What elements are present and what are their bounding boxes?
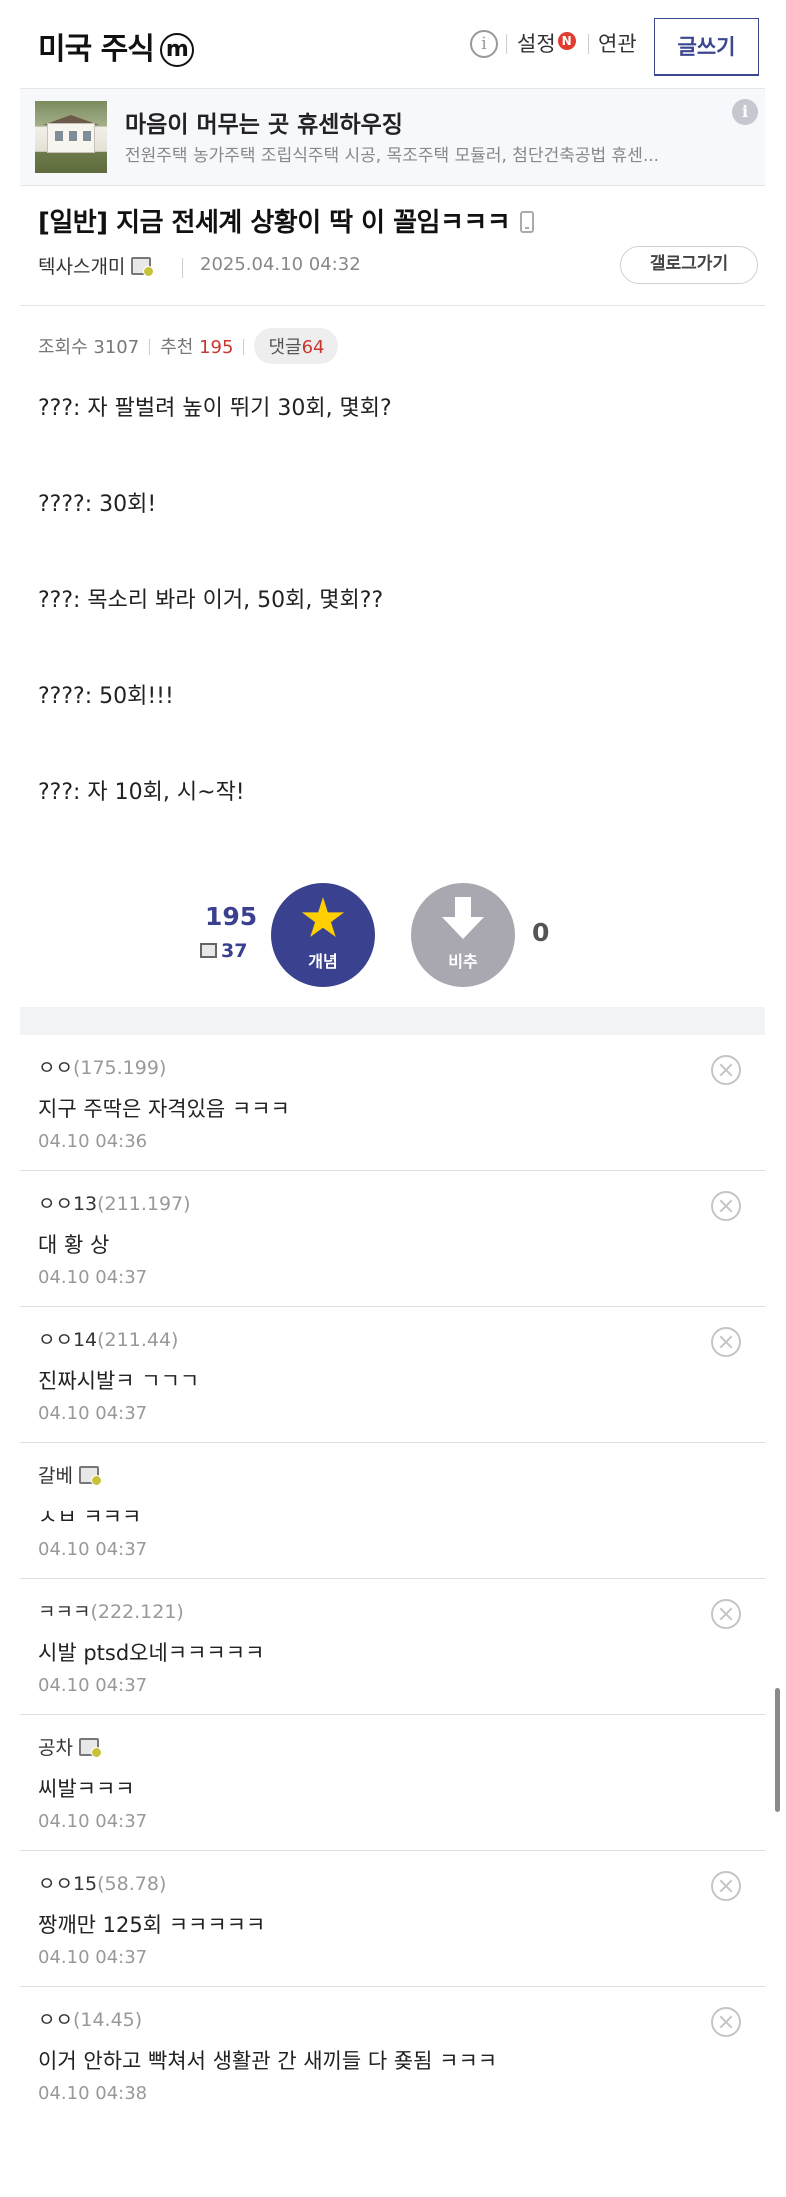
section-divider [20, 1007, 765, 1035]
comment-date: 04.10 04:37 [38, 1675, 148, 1696]
page: 미국 주식 m i 설정 N 연관 글쓰기 마음이 머무는 곳 휴센하우징 전원주택… [20, 0, 780, 2197]
fixed-nick-icon [200, 943, 217, 958]
comment-text: 이거 안하고 빡쳐서 생활관 간 새끼들 다 죶됨 ㅋㅋㅋ [38, 2049, 498, 2073]
comment-text: 지구 주딱은 자격있음 ㅋㅋㅋ [38, 1097, 290, 1121]
comment-date: 04.10 04:37 [38, 1811, 148, 1832]
comment-item: ㅇㅇ(175.199) 지구 주딱은 자격있음 ㅋㅋㅋ 04.10 04:36 [20, 1035, 765, 1171]
fixed-nick-icon [131, 257, 155, 277]
vote-area: 195 37 개념 비추 0 [20, 880, 765, 1000]
down-arrow-icon [455, 897, 471, 919]
comment-author[interactable]: 공차 [38, 1733, 102, 1760]
post-line: ???: 자 팔벌려 높이 뛰기 30회, 몇회? [38, 396, 392, 421]
comment-list: ㅇㅇ(175.199) 지구 주딱은 자격있음 ㅋㅋㅋ 04.10 04:36 … [20, 1035, 765, 2123]
post-stats: 조회수 3107 추천 195 댓글64 [38, 328, 339, 364]
comment-text: ㅅㅂ ㅋㅋㅋ [38, 1505, 142, 1529]
delete-comment-icon[interactable] [711, 2007, 741, 2037]
post-writer[interactable]: 텍사스개미 [38, 252, 155, 279]
comment-item: 공차 씨발ㅋㅋㅋ 04.10 04:37 [20, 1715, 765, 1851]
comment-author[interactable]: 갈베 [38, 1461, 102, 1488]
comment-author[interactable]: ㅇㅇ15(58.78) [38, 1869, 166, 1896]
settings-button[interactable]: 설정 N [517, 28, 576, 58]
ad-banner[interactable]: 마음이 머무는 곳 휴센하우징 전원주택 농가주택 조립식주택 시공, 목조주택… [20, 88, 765, 186]
delete-comment-icon[interactable] [711, 1871, 741, 1901]
new-badge: N [557, 32, 576, 50]
recommend-label: 추천 [160, 337, 194, 358]
comment-text: 씨발ㅋㅋㅋ [38, 1777, 135, 1801]
upvote-count: 195 [205, 902, 258, 931]
minor-gallery-badge: m [159, 33, 194, 67]
comment-item: 갈베 ㅅㅂ ㅋㅋㅋ 04.10 04:37 [20, 1443, 765, 1579]
comment-author[interactable]: ㅇㅇ(175.199) [38, 1053, 166, 1080]
fixed-upvote-count: 37 [200, 940, 247, 962]
related-button[interactable]: 연관 [598, 28, 637, 58]
post-line: ???: 목소리 봐라 이거, 50회, 몇회?? [38, 588, 384, 613]
comment-text: 진짜시발ㅋ ㄱㄱㄱ [38, 1369, 200, 1393]
delete-comment-icon[interactable] [711, 1055, 741, 1085]
post-date: 2025.04.10 04:32 [200, 254, 361, 275]
upvote-button[interactable]: 개념 [271, 883, 375, 987]
ad-description: 전원주택 농가주택 조립식주택 시공, 목조주택 모듈러, 첨단건축공법 휴센.… [125, 146, 660, 166]
fixed-nick-icon [78, 1738, 102, 1758]
comment-item: ㅇㅇ13(211.197) 대 황 상 04.10 04:37 [20, 1171, 765, 1307]
view-count: 조회수 3107 [38, 337, 140, 358]
scrollbar[interactable] [775, 1688, 780, 1812]
comment-count-pill[interactable]: 댓글64 [254, 328, 339, 364]
post-line: ????: 50회!!! [38, 684, 174, 709]
divider [20, 305, 765, 306]
divider [588, 34, 589, 54]
comment-item: ㅇㅇ14(211.44) 진짜시발ㅋ ㄱㄱㄱ 04.10 04:37 [20, 1307, 765, 1443]
write-button[interactable]: 글쓰기 [654, 18, 759, 76]
comment-date: 04.10 04:36 [38, 1131, 148, 1152]
comment-item: ㅇㅇ(14.45) 이거 안하고 빡쳐서 생활관 간 새끼들 다 죶됨 ㅋㅋㅋ … [20, 1987, 765, 2123]
comment-date: 04.10 04:37 [38, 1947, 148, 1968]
fixed-nick-icon [78, 1466, 102, 1486]
ad-thumbnail [35, 101, 107, 173]
gallery-header: 미국 주식 m i 설정 N 연관 글쓰기 [20, 0, 765, 88]
comment-date: 04.10 04:37 [38, 1403, 148, 1424]
mobile-icon [520, 211, 535, 233]
downvote-button[interactable]: 비추 [411, 883, 515, 987]
comment-text: 대 황 상 [38, 1233, 110, 1257]
comment-author[interactable]: ㅇㅇ14(211.44) [38, 1325, 178, 1352]
divider [506, 34, 507, 54]
comment-date: 04.10 04:37 [38, 1539, 148, 1560]
downvote-count: 0 [532, 918, 550, 947]
post-line: ???: 자 10회, 시~작! [38, 780, 245, 805]
comment-author[interactable]: ㅇㅇ(14.45) [38, 2005, 142, 2032]
post-line: ????: 30회! [38, 492, 157, 517]
delete-comment-icon[interactable] [711, 1599, 741, 1629]
info-icon[interactable]: i [470, 30, 498, 58]
delete-comment-icon[interactable] [711, 1191, 741, 1221]
ad-info-icon[interactable]: i [732, 99, 758, 125]
divider [182, 258, 183, 278]
comment-date: 04.10 04:38 [38, 2083, 148, 2104]
delete-comment-icon[interactable] [711, 1327, 741, 1357]
comment-item: ㅋㅋㅋ(222.121) 시발 ptsd오네ㅋㅋㅋㅋㅋ 04.10 04:37 [20, 1579, 765, 1715]
comment-date: 04.10 04:37 [38, 1267, 148, 1288]
star-icon [301, 897, 345, 938]
gallery-title[interactable]: 미국 주식 m [38, 24, 194, 68]
comment-author[interactable]: ㅇㅇ13(211.197) [38, 1189, 191, 1216]
comment-text: 시발 ptsd오네ㅋㅋㅋㅋㅋ [38, 1641, 265, 1665]
comment-item: ㅇㅇ15(58.78) 짱깨만 125회 ㅋㅋㅋㅋㅋ 04.10 04:37 [20, 1851, 765, 1987]
comment-author[interactable]: ㅋㅋㅋ(222.121) [38, 1597, 184, 1624]
post-title: [일반] 지금 전세계 상황이 딱 이 꼴임ㅋㅋㅋ [38, 202, 535, 239]
ad-title: 마음이 머무는 곳 휴센하우징 [125, 112, 403, 138]
comment-text: 짱깨만 125회 ㅋㅋㅋㅋㅋ [38, 1913, 266, 1937]
recommend-count: 195 [199, 337, 234, 358]
gallog-button[interactable]: 갤로그가기 [620, 246, 758, 284]
